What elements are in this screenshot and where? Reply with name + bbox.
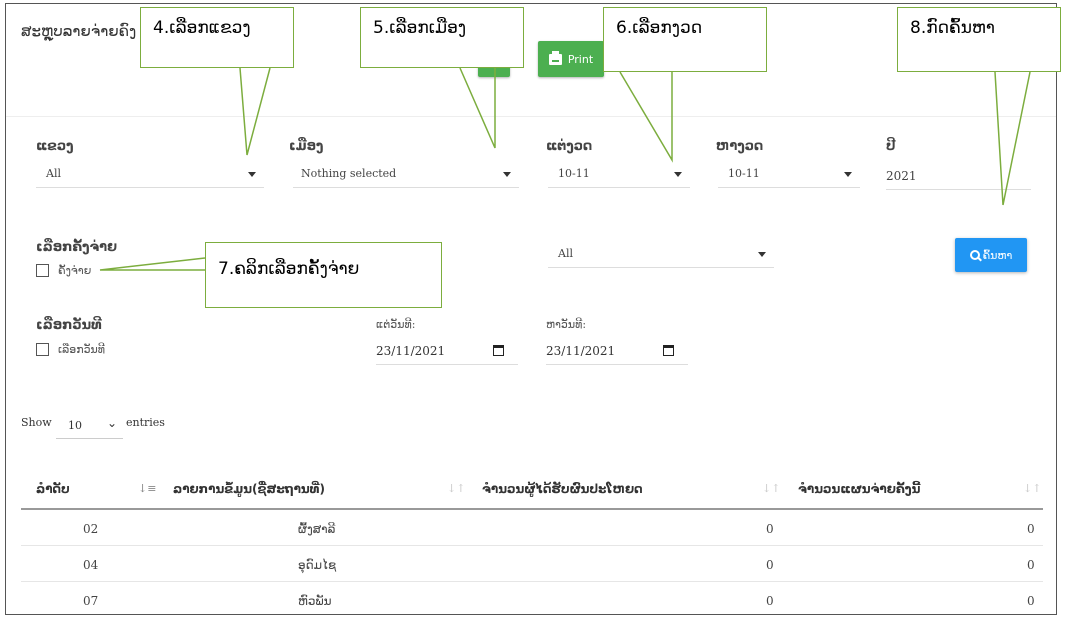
chevron-down-icon — [503, 172, 511, 177]
to-date-label: ຫາວັນທີ: — [546, 318, 587, 331]
callout-8: 8.ກົດຄົ້ນຫາ — [897, 7, 1061, 72]
from-date-label: ແຕ່ວັນທີ: — [376, 318, 416, 331]
chevron-down-icon — [674, 172, 682, 177]
table-row: 04 ອຸດົມໄຊ 0 0 — [21, 546, 1043, 582]
to-period-value: 10-11 — [728, 167, 760, 180]
year-value: 2021 — [886, 169, 917, 183]
year-label: ປີ — [886, 139, 896, 154]
select-payment-label: ເລືອກຄັ້ງຈ່າຍ — [36, 240, 117, 255]
search-icon — [969, 250, 982, 262]
cell-name: ຫົວພັນ — [298, 594, 332, 608]
cell-name: ອຸດົມໄຊ — [298, 558, 337, 572]
page-title: ສະຫຼຸບລາຍຈ່າຍຄົງ — [21, 22, 137, 40]
to-period-select[interactable]: 10-11 — [718, 162, 860, 188]
payment-select[interactable]: All — [548, 242, 774, 268]
calendar-icon[interactable] — [663, 345, 674, 356]
col-header-no[interactable]: ລຳດັບ — [36, 482, 70, 496]
callout-7: 7.ຄລິກເລືອກຄັ້ງຈ່າຍ — [205, 242, 442, 308]
entries-value: 10 — [68, 419, 82, 432]
cell-plan: 0 — [1027, 594, 1035, 608]
cell-no: 07 — [83, 594, 99, 608]
date-checkbox[interactable] — [36, 343, 49, 356]
chevron-down-icon — [758, 252, 766, 257]
callout-6: 6.ເລືອກງວດ — [603, 7, 767, 72]
search-label: ຄົ້ນຫາ — [982, 248, 1013, 262]
date-checkbox-label: ເລືອກວັນທີ — [58, 343, 106, 356]
to-date-input[interactable]: 23/11/2021 — [546, 339, 688, 365]
cell-no: 02 — [83, 522, 99, 536]
from-period-label: ແຕ່ງວດ — [546, 139, 593, 154]
to-date-value: 23/11/2021 — [546, 344, 616, 358]
cell-no: 04 — [83, 558, 99, 572]
callout-4: 4.ເລືອກແຂວງ — [140, 7, 294, 68]
search-button[interactable]: ຄົ້ນຫາ — [955, 238, 1027, 272]
table-row: 07 ຫົວພັນ 0 0 — [21, 582, 1043, 614]
province-value: All — [46, 167, 61, 180]
from-date-value: 23/11/2021 — [376, 344, 446, 358]
cell-beneficiaries: 0 — [766, 522, 774, 536]
sort-icon[interactable]: ↓↑ — [762, 482, 780, 495]
print-button[interactable]: Print — [538, 41, 604, 77]
from-date-input[interactable]: 23/11/2021 — [376, 339, 518, 365]
payment-checkbox-label: ຄັ້ງຈ່າຍ — [58, 264, 92, 277]
table-row: 02 ຜົ້ງສາລີ 0 0 — [21, 510, 1043, 546]
chevron-down-icon — [248, 172, 256, 177]
cell-plan: 0 — [1027, 558, 1035, 572]
sort-icon[interactable]: ↓↑ — [447, 482, 465, 495]
sort-asc-icon[interactable]: ↓≡ — [138, 482, 156, 495]
chevron-down-icon: ⌄ — [106, 416, 117, 430]
cell-beneficiaries: 0 — [766, 594, 774, 608]
district-select[interactable]: Nothing selected — [293, 162, 519, 188]
from-period-value: 10-11 — [558, 167, 590, 180]
select-date-label: ເລືອກວັນທີ — [36, 318, 102, 333]
district-value: Nothing selected — [301, 167, 397, 180]
payment-select-value: All — [558, 247, 573, 260]
to-period-label: ຫາງວດ — [716, 139, 764, 154]
payment-checkbox[interactable] — [36, 264, 49, 277]
province-select[interactable]: All — [36, 162, 264, 188]
calendar-icon[interactable] — [493, 345, 504, 356]
year-input[interactable]: 2021 — [886, 164, 1031, 190]
col-header-beneficiaries[interactable]: ຈຳນວນຜູ້ໄດ້ຮັບຜົນປະໂຫຍດ — [482, 482, 643, 496]
print-label: Print — [567, 52, 594, 66]
cell-plan: 0 — [1027, 522, 1035, 536]
callout-5: 5.ເລືອກເມືອງ — [360, 7, 524, 68]
province-label: ແຂວງ — [36, 139, 74, 154]
entries-suffix: entries — [126, 416, 165, 429]
entries-select[interactable]: 10 ⌄ — [56, 414, 123, 439]
app-frame: ສະຫຼຸບລາຍຈ່າຍຄົງ Print ແຂວງ All ເມືອງ No… — [5, 3, 1057, 615]
district-label: ເມືອງ — [289, 139, 324, 154]
cell-beneficiaries: 0 — [766, 558, 774, 572]
chevron-down-icon — [844, 172, 852, 177]
header-divider — [6, 116, 1056, 117]
sort-icon[interactable]: ↓↑ — [1023, 482, 1041, 495]
printer-icon — [548, 50, 562, 65]
cell-name: ຜົ້ງສາລີ — [298, 522, 336, 536]
col-header-plan[interactable]: ຈຳນວນແຜນຈ່າຍຄັ້ງນີ້ — [798, 482, 920, 496]
from-period-select[interactable]: 10-11 — [548, 162, 690, 188]
col-header-name[interactable]: ລາຍການຂໍ້ມູນ(ຊື່ສະຖານທີ່) — [173, 482, 325, 496]
show-label: Show — [21, 416, 52, 429]
